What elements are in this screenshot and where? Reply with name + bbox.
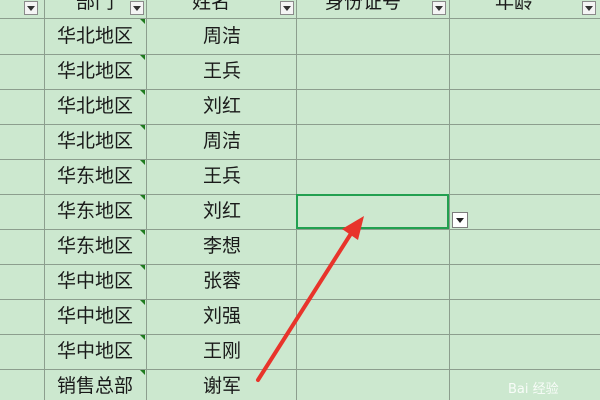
- error-indicator: [140, 370, 145, 375]
- error-indicator: [140, 300, 145, 305]
- cell-name[interactable]: 刘红: [146, 89, 298, 123]
- filter-dropdown-icon[interactable]: [24, 1, 38, 15]
- cell-name[interactable]: 刘红: [146, 194, 298, 228]
- active-cell-id-number[interactable]: [296, 194, 449, 229]
- header-id[interactable]: 身份证号: [296, 0, 430, 18]
- filter-dropdown-icon[interactable]: [582, 1, 596, 15]
- error-indicator: [140, 55, 145, 60]
- header-name[interactable]: 姓名: [146, 0, 276, 18]
- error-indicator: [140, 90, 145, 95]
- cell-dept[interactable]: 华北地区: [44, 19, 146, 53]
- filter-dropdown-icon[interactable]: [432, 1, 446, 15]
- cell-name[interactable]: 王兵: [146, 159, 298, 193]
- dropdown-arrow-icon[interactable]: [452, 212, 468, 228]
- cell-dept[interactable]: 华东地区: [44, 229, 146, 263]
- cell-dept[interactable]: 华东地区: [44, 159, 146, 193]
- cell-dept[interactable]: 华北地区: [44, 124, 146, 158]
- cell-name[interactable]: 谢军: [146, 369, 298, 400]
- filter-dropdown-icon[interactable]: [280, 1, 294, 15]
- cell-name[interactable]: 李想: [146, 229, 298, 263]
- error-indicator: [140, 335, 145, 340]
- error-indicator: [140, 160, 145, 165]
- column-divider: [449, 0, 450, 400]
- watermark: Bai 经验: [508, 382, 559, 397]
- cell-dept[interactable]: 华中地区: [44, 334, 146, 368]
- cell-dept[interactable]: 华中地区: [44, 264, 146, 298]
- filter-dropdown-icon[interactable]: [130, 1, 144, 15]
- cell-dept[interactable]: 销售总部: [44, 369, 146, 400]
- error-indicator: [140, 125, 145, 130]
- cell-name[interactable]: 王兵: [146, 54, 298, 88]
- cell-dept[interactable]: 华北地区: [44, 89, 146, 123]
- cell-name[interactable]: 王刚: [146, 334, 298, 368]
- error-indicator: [140, 230, 145, 235]
- error-indicator: [140, 265, 145, 270]
- cell-dept[interactable]: 华中地区: [44, 299, 146, 333]
- cell-name[interactable]: 刘强: [146, 299, 298, 333]
- cell-dept[interactable]: 华东地区: [44, 194, 146, 228]
- cell-name[interactable]: 周洁: [146, 124, 298, 158]
- cell-dept[interactable]: 华北地区: [44, 54, 146, 88]
- error-indicator: [140, 195, 145, 200]
- header-age[interactable]: 年龄: [449, 0, 579, 18]
- spreadsheet-grid: 部门 姓名 身份证号 年龄 华北地区 周洁 华北地区 王兵 华北地区 刘红 华北…: [0, 0, 600, 400]
- cell-name[interactable]: 周洁: [146, 19, 298, 53]
- error-indicator: [140, 19, 145, 24]
- cell-name[interactable]: 张蓉: [146, 264, 298, 298]
